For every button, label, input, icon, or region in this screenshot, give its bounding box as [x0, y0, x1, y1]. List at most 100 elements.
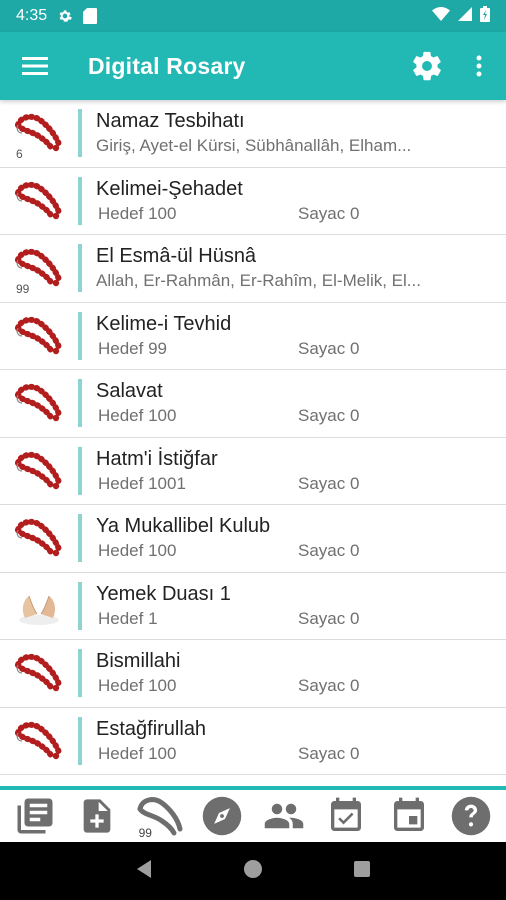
item-target: Hedef 100 [98, 541, 177, 561]
item-counter: Sayac 0 [298, 676, 360, 696]
item-target: Hedef 1 [98, 608, 158, 628]
list-item[interactable]: Estağfirullah Hedef 100 Sayac 0 [0, 708, 506, 775]
help-icon [451, 796, 491, 836]
rosary-icon [15, 316, 63, 355]
compass-icon [202, 796, 242, 836]
item-count-badge: 6 [16, 146, 23, 161]
list-item[interactable]: Kelime-i Tevhid Hedef 99 Sayac 0 [0, 303, 506, 370]
wifi-icon [432, 7, 450, 25]
item-thumbnail [0, 303, 78, 370]
calendar-event-icon [393, 797, 424, 831]
item-count-badge: 99 [16, 281, 30, 296]
status-bar: 4:35 [0, 0, 506, 32]
item-text: Hatm'i İstiğfar Hedef 1001 Sayac 0 [96, 446, 506, 496]
people-icon [264, 803, 304, 829]
item-name: Estağfirullah [96, 717, 207, 740]
item-counter: Sayac 0 [298, 608, 360, 628]
list-item[interactable]: Bismillahi Hedef 100 Sayac 0 [0, 640, 506, 708]
item-text: El Esmâ-ül Hüsnâ Allah, Er-Rahmân, Er-Rah… [96, 243, 506, 293]
item-name: Hatm'i İstiğfar [96, 447, 218, 470]
app-title: Digital Rosary [88, 52, 246, 79]
item-divider [78, 446, 82, 495]
item-target: Hedef 1001 [98, 473, 186, 493]
item-text: Ya Mukallibel Kulub Hedef 100 Sayac 0 [96, 513, 506, 563]
compass-button[interactable] [197, 791, 247, 841]
bottom-toolbar: 99 [0, 790, 506, 842]
recents-button[interactable] [353, 860, 371, 883]
list-item[interactable]: Ya Mukallibel Kulub Hedef 100 Sayac 0 [0, 505, 506, 573]
item-thumbnail: 99 [0, 235, 78, 302]
calendar-event-button[interactable] [384, 791, 434, 841]
item-target: Hedef 100 [98, 406, 177, 426]
list-item[interactable]: Yemek Duası 1 Hedef 1 Sayac 0 [0, 573, 506, 640]
toolbar-rosary-badge: 99 [138, 826, 152, 840]
settings-icon [57, 8, 73, 24]
item-counter: Sayac 0 [298, 338, 360, 358]
rosary-icon [15, 519, 63, 558]
rosary-counter-button[interactable]: 99 [135, 791, 185, 841]
item-target: Hedef 99 [98, 338, 167, 358]
list-item[interactable]: Hatm'i İstiğfar Hedef 1001 Sayac 0 [0, 438, 506, 505]
item-counter: Sayac 0 [298, 743, 360, 763]
item-target: Hedef 100 [98, 203, 177, 223]
item-text: Salavat Hedef 100 Sayac 0 [96, 378, 506, 428]
list-item[interactable]: 6 Namaz Tesbihatı Giriş, Ayet-el Kürsi, Sü… [0, 100, 506, 168]
back-icon [137, 859, 151, 878]
library-button[interactable] [10, 791, 60, 841]
item-divider [78, 244, 82, 293]
rosary-icon [15, 721, 63, 760]
settings-button[interactable] [402, 32, 452, 100]
calendar-check-button[interactable] [321, 791, 371, 841]
item-divider [78, 311, 82, 360]
item-meta: Hedef 1001 Sayac 0 [96, 472, 506, 496]
item-meta: Hedef 1 Sayac 0 [96, 607, 506, 631]
item-divider [78, 716, 82, 765]
item-divider [78, 379, 82, 428]
status-time: 4:35 [16, 7, 48, 24]
item-target: Hedef 100 [98, 676, 177, 696]
item-text: Kelime-i Tevhid Hedef 99 Sayac 0 [96, 311, 506, 361]
item-name: Kelime-i Tevhid [96, 312, 232, 335]
item-counter: Sayac 0 [298, 473, 360, 493]
item-name: Ya Mukallibel Kulub [96, 515, 271, 538]
list-item[interactable]: 99 El Esmâ-ül Hüsnâ Allah, Er-Rahmân, Er-R… [0, 235, 506, 303]
item-name: Kelimei-Şehadet [96, 177, 243, 200]
rosary-icon [15, 451, 63, 490]
item-meta: Hedef 100 Sayac 0 [96, 674, 506, 698]
item-counter: Sayac 0 [298, 541, 360, 561]
menu-icon [22, 57, 48, 75]
rosary-icon [15, 654, 63, 693]
list-item[interactable]: Salavat Hedef 100 Sayac 0 [0, 370, 506, 438]
item-thumbnail [0, 370, 78, 437]
item-divider [78, 109, 82, 158]
item-name: El Esmâ-ül Hüsnâ [96, 245, 257, 268]
item-thumbnail: 6 [0, 100, 78, 167]
item-target: Hedef 100 [98, 743, 177, 763]
list-item[interactable]: Kelimei-Şehadet Hedef 100 Sayac 0 [0, 168, 506, 235]
system-nav-bar [0, 842, 506, 900]
note-add-icon [84, 799, 111, 833]
recents-icon [354, 860, 370, 877]
item-thumbnail [0, 438, 78, 505]
back-button[interactable] [135, 859, 153, 884]
item-thumbnail [0, 168, 78, 235]
item-meta: Hedef 100 Sayac 0 [96, 539, 506, 563]
add-note-button[interactable] [72, 791, 122, 841]
library-books-icon [17, 798, 53, 834]
signal-icon [458, 7, 472, 25]
item-thumbnail [0, 708, 78, 775]
item-text: Namaz Tesbihatı Giriş, Ayet-el Kürsi, Süb… [96, 108, 506, 158]
home-button[interactable] [243, 859, 263, 884]
home-icon [244, 859, 262, 878]
item-divider [78, 649, 82, 698]
rosary-list: 6 Namaz Tesbihatı Giriş, Ayet-el Kürsi, Sü… [0, 100, 506, 788]
menu-button[interactable] [0, 32, 70, 100]
item-name: Yemek Duası 1 [96, 582, 231, 605]
people-button[interactable] [259, 791, 309, 841]
more-vert-icon [476, 55, 482, 77]
help-button[interactable] [446, 791, 496, 841]
item-text: Estağfirullah Hedef 100 Sayac 0 [96, 716, 506, 766]
more-options-button[interactable] [452, 32, 506, 100]
app-bar: Digital Rosary [0, 32, 506, 100]
rosary-icon [15, 384, 63, 423]
